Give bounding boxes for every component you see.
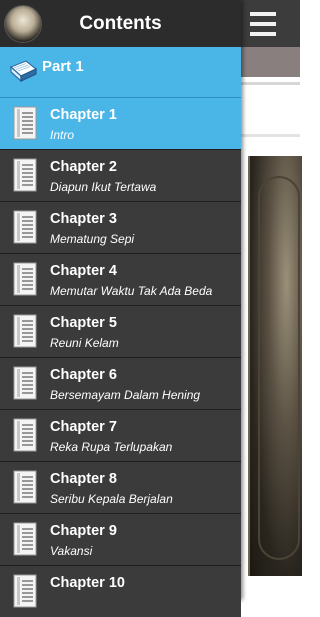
chapter-title: Chapter 10	[50, 575, 125, 591]
document-icon	[13, 470, 37, 504]
chapter-item-9[interactable]: Chapter 9 Vakansi	[0, 513, 241, 565]
document-icon	[13, 418, 37, 452]
chapter-list: Chapter 1 Intro Chapter 2 Diapun Ikut Te…	[0, 97, 241, 617]
chapter-subtitle: Intro	[50, 128, 75, 142]
chapter-item-8[interactable]: Chapter 8 Seribu Kepala Berjalan	[0, 461, 241, 513]
document-icon	[13, 522, 37, 556]
document-icon	[13, 314, 37, 348]
document-icon	[13, 158, 37, 192]
chapter-item-10[interactable]: Chapter 10	[0, 565, 241, 617]
content-strip	[241, 47, 300, 77]
document-icon	[13, 106, 37, 140]
chapter-title: Chapter 8	[50, 471, 117, 487]
drawer-title: Contents	[79, 12, 162, 34]
hamburger-menu-icon[interactable]	[243, 0, 283, 47]
document-icon	[13, 574, 37, 608]
chapter-subtitle: Diapun Ikut Tertawa	[50, 180, 157, 194]
chapter-item-3[interactable]: Chapter 3 Mematung Sepi	[0, 201, 241, 253]
chapter-subtitle: Reuni Kelam	[50, 336, 119, 350]
app-avatar[interactable]	[4, 5, 42, 43]
chapter-item-6[interactable]: Chapter 6 Bersemayam Dalam Hening	[0, 357, 241, 409]
chapter-title: Chapter 7	[50, 419, 117, 435]
chapter-subtitle: Memutar Waktu Tak Ada Beda	[50, 284, 213, 298]
chapter-subtitle: Seribu Kepala Berjalan	[50, 492, 173, 506]
document-icon	[13, 262, 37, 296]
chapter-subtitle: Reka Rupa Terlupakan	[50, 440, 173, 454]
photo-frame	[258, 176, 300, 560]
chapter-subtitle: Mematung Sepi	[50, 232, 135, 246]
cover-photo	[248, 156, 302, 576]
chapter-title: Chapter 6	[50, 367, 117, 383]
chapter-title: Chapter 9	[50, 523, 117, 539]
chapter-subtitle: Vakansi	[50, 544, 93, 558]
navigation-drawer: Contents Part 1 Chapter 1 Intro Chapter …	[0, 0, 241, 617]
chapter-item-2[interactable]: Chapter 2 Diapun Ikut Tertawa	[0, 149, 241, 201]
chapter-item-4[interactable]: Chapter 4 Memutar Waktu Tak Ada Beda	[0, 253, 241, 305]
chapter-title: Chapter 5	[50, 315, 117, 331]
document-icon	[13, 366, 37, 400]
book-icon	[9, 60, 38, 83]
content-divider	[241, 82, 300, 85]
chapter-item-5[interactable]: Chapter 5 Reuni Kelam	[0, 305, 241, 357]
content-divider	[241, 134, 300, 137]
part-label: Part 1	[42, 58, 84, 75]
chapter-item-7[interactable]: Chapter 7 Reka Rupa Terlupakan	[0, 409, 241, 461]
chapter-item-1[interactable]: Chapter 1 Intro	[0, 97, 241, 149]
part-header[interactable]: Part 1	[0, 47, 241, 97]
document-icon	[13, 210, 37, 244]
chapter-title: Chapter 2	[50, 159, 117, 175]
chapter-title: Chapter 4	[50, 263, 117, 279]
chapter-title: Chapter 3	[50, 211, 117, 227]
drawer-header: Contents	[0, 0, 241, 47]
chapter-title: Chapter 1	[50, 107, 117, 123]
chapter-subtitle: Bersemayam Dalam Hening	[50, 388, 201, 402]
